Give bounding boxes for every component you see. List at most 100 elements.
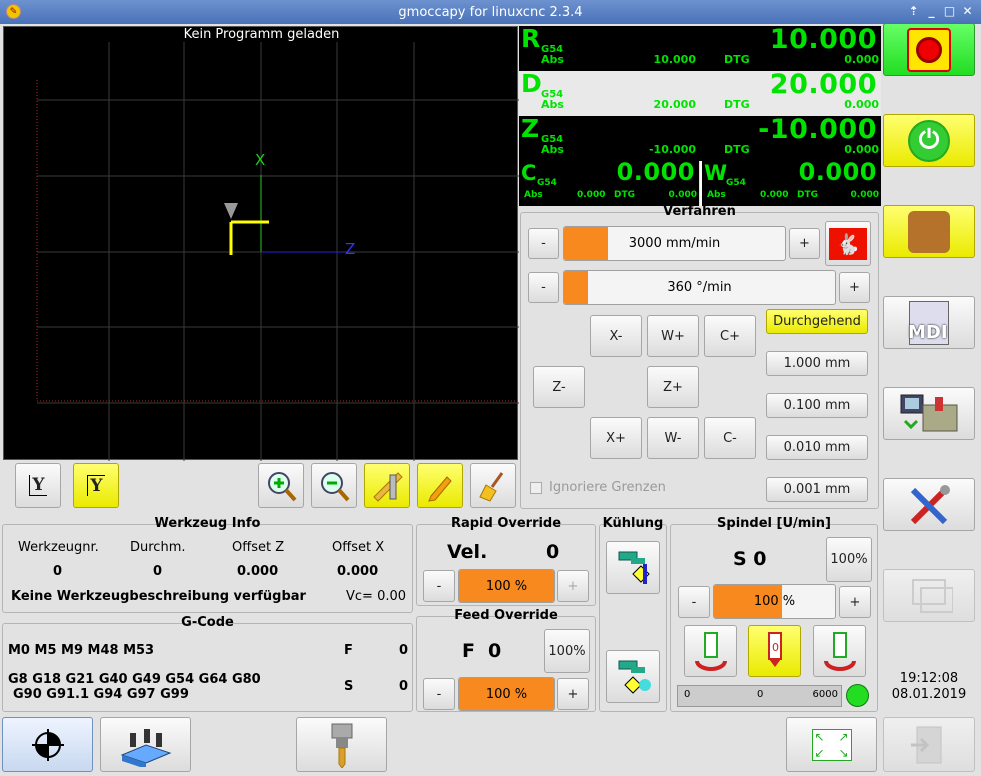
dimensions-icon (373, 471, 403, 502)
auto-mode-button[interactable] (883, 387, 975, 440)
increment-1[interactable]: 1.000 mm (766, 351, 868, 376)
angular-speed-label: 360 °/min (667, 280, 732, 295)
dro-d-abs: 20.000 (653, 98, 696, 111)
gcode-preview[interactable]: Kein Programm geladen X Z (3, 26, 519, 461)
spindle-minus-button[interactable]: - (678, 586, 710, 618)
jog-speed-plus-button[interactable]: + (789, 228, 820, 259)
exit-button[interactable] (883, 717, 975, 772)
show-dimensions-button[interactable] (364, 463, 410, 508)
user-tabs-button[interactable] (883, 569, 975, 622)
increment-2[interactable]: 0.100 mm (766, 393, 868, 418)
dro-r-dtg-label: DTG (724, 53, 750, 66)
rapid-minus-button[interactable]: - (423, 570, 455, 602)
manual-mode-button[interactable] (883, 205, 975, 258)
spindle-override-slider[interactable]: 100 % (713, 584, 836, 619)
rapid-override-slider[interactable]: 100 % (458, 569, 555, 603)
dro-r[interactable]: R G54 10.000 Abs 10.000 DTG 0.000 (519, 24, 881, 71)
jog-w-minus-button[interactable]: W- (647, 417, 699, 459)
jog-w-plus-button[interactable]: W+ (647, 315, 699, 357)
touch-off-button[interactable] (100, 717, 191, 772)
dro-w-value: 0.000 (798, 158, 877, 186)
tool-header-offset-z: Offset Z (232, 540, 285, 555)
tool-header-diameter: Durchm. (130, 540, 186, 555)
minimize-icon[interactable]: _ (924, 4, 939, 19)
feed-minus-button[interactable]: - (423, 678, 455, 710)
flood-button[interactable] (606, 541, 660, 594)
ignore-limits-checkbox[interactable] (530, 482, 542, 494)
tool-nr-value: 0 (53, 564, 63, 579)
app-icon: ✎ (6, 4, 21, 19)
feed-f-value: 0 (488, 640, 502, 662)
clock-date: 08.01.2019 (891, 687, 967, 702)
estop-button[interactable] (883, 23, 975, 76)
zoom-out-button[interactable] (311, 463, 357, 508)
feed-reset-button[interactable]: 100% (544, 629, 590, 673)
spindle-reverse-button[interactable] (813, 625, 866, 677)
feed-plus-button[interactable]: + (557, 678, 589, 710)
workpiece-icon (120, 728, 171, 767)
dro-z[interactable]: Z G54 -10.000 Abs -10.000 DTG 0.000 (519, 114, 881, 161)
mist-button[interactable] (606, 650, 660, 703)
jog-speed-minus-button[interactable]: - (528, 228, 559, 259)
dro-w[interactable]: W G54 0.000 Abs 0.000 DTG 0.000 (700, 158, 881, 206)
keep-above-icon[interactable]: ⇡ (906, 4, 921, 19)
svg-text:0: 0 (772, 641, 779, 654)
turtle-rabbit-button[interactable]: 🐇 (825, 221, 871, 266)
jog-x-minus-button[interactable]: X- (590, 315, 642, 357)
show-tool-path-button[interactable] (417, 463, 463, 508)
drill-tool-icon (331, 723, 352, 768)
increment-4[interactable]: 0.001 mm (766, 477, 868, 502)
jog-z-plus-button[interactable]: Z+ (647, 366, 699, 408)
increment-continuous[interactable]: Durchgehend (766, 309, 868, 334)
dro-d[interactable]: D G54 20.000 Abs 20.000 DTG 0.000 (519, 69, 881, 116)
spindle-stop-button[interactable]: 0 (748, 625, 801, 677)
active-gcodes-line1: G8 G18 G21 G40 G49 G54 G64 G80 (8, 672, 261, 687)
dro-c-dtg-label: DTG (614, 190, 635, 200)
angular-speed-slider[interactable]: 360 °/min (563, 270, 836, 305)
reference-crosshair-icon (31, 728, 64, 761)
dro-d-value: 20.000 (769, 69, 877, 100)
gcode-s-value: 0 (399, 679, 409, 694)
rapid-plus-button[interactable]: + (557, 570, 589, 602)
machine-power-button[interactable]: ⏻ (883, 114, 975, 167)
dro-r-abs-label: Abs (541, 53, 564, 66)
tool-offset-z-value: 0.000 (237, 564, 279, 579)
angular-speed-plus-button[interactable]: + (839, 272, 870, 303)
maximize-icon[interactable]: □ (942, 4, 957, 19)
jog-title: Verfahren (663, 204, 736, 219)
dro-c[interactable]: C G54 0.000 Abs 0.000 DTG 0.000 (519, 158, 699, 206)
fullscreen-button[interactable]: ↖ ↗ ↙ ↘ (786, 717, 877, 772)
jog-keypad-icon (908, 210, 950, 253)
ref-all-button[interactable] (2, 717, 93, 772)
feed-override-slider[interactable]: 100 % (458, 677, 555, 711)
jog-x-plus-button[interactable]: X+ (590, 417, 642, 459)
settings-button[interactable] (883, 478, 975, 531)
gcode-title: G-Code (181, 615, 234, 630)
preview-canvas (36, 42, 519, 461)
spindle-plus-button[interactable]: + (839, 586, 871, 618)
jog-c-minus-button[interactable]: C- (704, 417, 756, 459)
zoom-in-button[interactable] (258, 463, 304, 508)
mist-icon (618, 660, 651, 694)
tools-icon (910, 484, 950, 524)
tool-change-button[interactable] (296, 717, 387, 772)
close-icon[interactable]: ✕ (960, 4, 975, 19)
spindle-ccw-icon (823, 632, 856, 671)
spindle-speed-bar: 0 0 6000 (677, 685, 842, 707)
increment-3[interactable]: 0.010 mm (766, 435, 868, 460)
active-gcodes-line2: G90 G91.1 G94 G97 G99 (13, 687, 189, 702)
spindle-reset-button[interactable]: 100% (826, 537, 872, 582)
mdi-mode-button[interactable]: MDI (883, 296, 975, 349)
jog-speed-slider[interactable]: 3000 mm/min (563, 226, 786, 261)
jog-z-minus-button[interactable]: Z- (533, 366, 585, 408)
angular-speed-minus-button[interactable]: - (528, 272, 559, 303)
spindle-forward-button[interactable] (684, 625, 737, 677)
jog-c-plus-button[interactable]: C+ (704, 315, 756, 357)
clock-time: 19:12:08 (899, 671, 959, 686)
view-y-button[interactable]: Y (15, 463, 61, 508)
dro-d-abs-label: Abs (541, 98, 564, 111)
clear-preview-button[interactable] (470, 463, 516, 508)
zoom-in-icon (268, 471, 297, 501)
view-y2-button[interactable]: Y (73, 463, 119, 508)
dro-c-coord: G54 (537, 178, 557, 188)
